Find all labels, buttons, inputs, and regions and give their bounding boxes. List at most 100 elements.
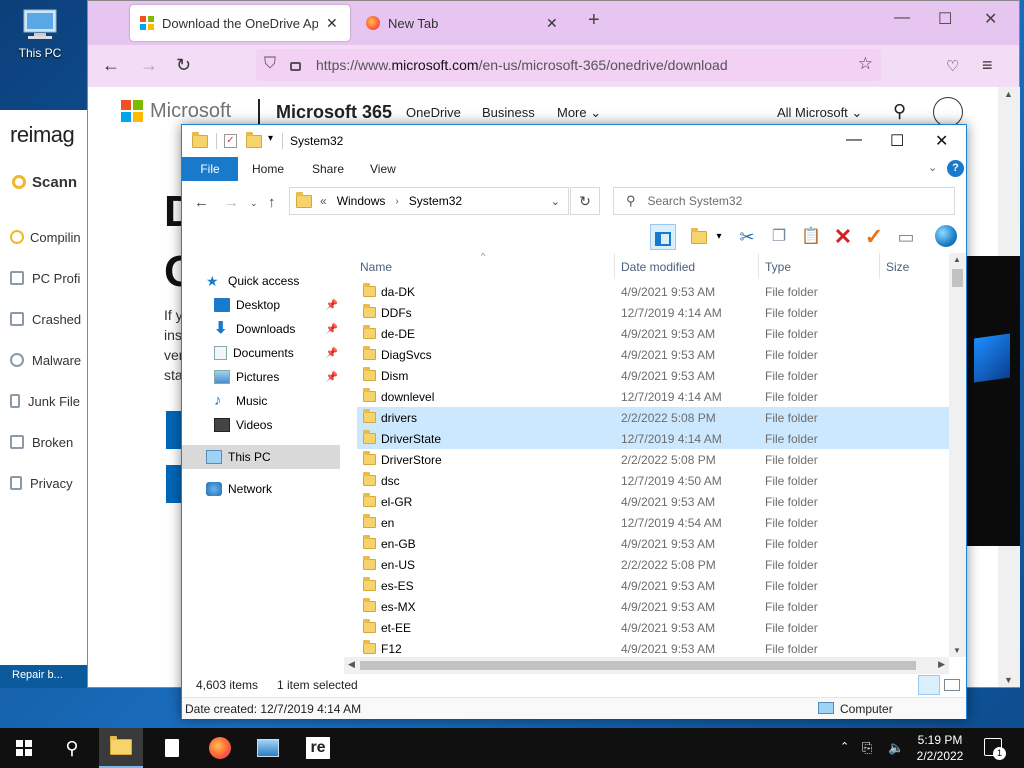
control-panel-icon[interactable] [246, 728, 290, 768]
maximize-icon[interactable]: ☐ [938, 9, 952, 29]
table-row[interactable]: es-ES 4/9/2021 9:53 AM File folder [357, 575, 949, 596]
reload-icon[interactable]: ↻ [176, 55, 191, 76]
nav-desktop[interactable]: Desktop 📌 [182, 293, 340, 317]
maximize-icon[interactable]: ☐ [890, 131, 904, 151]
nav-videos[interactable]: Videos [182, 413, 340, 437]
clock[interactable]: 5:19 PM 2/2/2022 [908, 732, 972, 764]
address-bar[interactable]: « Windows › System32 ⌄ [289, 187, 569, 215]
forward-arrow-icon[interactable]: → [140, 55, 158, 76]
scroll-up-icon[interactable]: ▲ [1004, 89, 1013, 99]
new-tab-plus-icon[interactable]: + [588, 9, 600, 32]
table-row[interactable]: DriverState 12/7/2019 4:14 AM File folder [357, 428, 949, 449]
bookmark-star-icon[interactable]: ☆ [858, 54, 873, 74]
close-tab-icon[interactable]: ✕ [546, 15, 558, 32]
nav-all-microsoft[interactable]: All Microsoft ⌄ [777, 105, 862, 121]
table-row[interactable]: dsc 12/7/2019 4:50 AM File folder [357, 470, 949, 491]
table-row[interactable]: Dism 4/9/2021 9:53 AM File folder [357, 365, 949, 386]
close-tab-icon[interactable]: ✕ [326, 15, 338, 32]
volume-tray-icon[interactable]: 🔈 [888, 740, 904, 756]
reimage-item[interactable]: PC Profi [10, 271, 80, 286]
nav-onedrive[interactable]: OneDrive [406, 105, 461, 120]
scroll-down-icon[interactable]: ▼ [1004, 675, 1013, 685]
tab-file[interactable]: File [182, 157, 238, 181]
reimage-item[interactable]: Junk File [10, 394, 80, 409]
table-row[interactable]: en 12/7/2019 4:54 AM File folder [357, 512, 949, 533]
menu-icon[interactable]: ≡ [982, 55, 993, 76]
notification-icon[interactable]: 1 [984, 738, 1006, 760]
table-row[interactable]: F12 4/9/2021 9:53 AM File folder [357, 638, 949, 657]
pin-icon[interactable]: 📌 [326, 324, 338, 335]
table-row[interactable]: en-US 2/2/2022 5:08 PM File folder [357, 554, 949, 575]
close-window-icon[interactable]: ✕ [984, 9, 997, 29]
search-icon[interactable]: ⚲ [50, 728, 94, 768]
paste-icon[interactable]: 📋 [798, 224, 824, 250]
column-separator[interactable] [879, 253, 880, 279]
table-row[interactable]: downlevel 12/7/2019 4:14 AM File folder [357, 386, 949, 407]
pin-icon[interactable]: 📌 [326, 300, 338, 311]
dropdown-icon[interactable]: ▾ [712, 224, 726, 250]
forward-arrow-icon[interactable]: → [224, 194, 239, 211]
horizontal-scrollbar[interactable]: ◀ ▶ [344, 657, 949, 674]
file-explorer-icon[interactable] [99, 728, 143, 768]
table-row[interactable]: DDFs 12/7/2019 4:14 AM File folder [357, 302, 949, 323]
globe-icon[interactable] [932, 224, 960, 250]
tab-home[interactable]: Home [238, 157, 298, 181]
nav-network[interactable]: Network [182, 477, 340, 501]
rename-icon[interactable]: ▭ [893, 224, 919, 250]
table-row[interactable]: et-EE 4/9/2021 9:53 AM File folder [357, 617, 949, 638]
cut-icon[interactable]: ✂ [734, 224, 760, 250]
reimage-icon[interactable]: re [296, 728, 340, 768]
scroll-left-icon[interactable]: ◀ [348, 659, 355, 670]
table-row[interactable]: drivers 2/2/2022 5:08 PM File folder [357, 407, 949, 428]
tab-share[interactable]: Share [298, 157, 358, 181]
breadcrumb-overflow[interactable]: « [320, 194, 327, 208]
column-header-date[interactable]: Date modified [621, 260, 695, 274]
breadcrumb-windows[interactable]: Windows [337, 194, 386, 208]
search-input[interactable]: ⚲ Search System32 [613, 187, 955, 215]
firefox-icon[interactable] [198, 728, 242, 768]
large-icons-view-icon[interactable] [944, 679, 960, 691]
reimage-item[interactable]: Malware [10, 353, 81, 368]
recent-locations-icon[interactable]: ⌄ [250, 198, 258, 209]
reimage-item[interactable]: Crashed [10, 312, 81, 327]
column-separator[interactable] [758, 253, 759, 279]
url-bar[interactable]: ⛉ https://www.microsoft.com/en-us/micros… [256, 49, 881, 81]
pocket-icon[interactable]: ♡ [946, 57, 959, 75]
lock-icon[interactable] [290, 62, 301, 71]
scroll-down-icon[interactable]: ▼ [953, 646, 961, 655]
table-row[interactable]: el-GR 4/9/2021 9:53 AM File folder [357, 491, 949, 512]
scroll-up-icon[interactable]: ▲ [953, 255, 961, 264]
nav-quick-access[interactable]: ★ Quick access [182, 269, 340, 293]
vertical-scrollbar[interactable]: ▲ ▼ [949, 253, 966, 657]
refresh-icon[interactable]: ↻ [570, 187, 600, 215]
minimize-icon[interactable]: — [894, 9, 910, 27]
back-arrow-icon[interactable]: ← [194, 194, 209, 211]
desktop-icon-this-pc[interactable]: This PC [8, 8, 72, 60]
nav-music[interactable]: ♪ Music [182, 389, 340, 413]
start-icon[interactable] [2, 728, 46, 768]
notepad-icon[interactable] [150, 728, 194, 768]
properties-icon[interactable]: ✓ [224, 134, 237, 148]
shield-icon[interactable]: ⛉ [264, 55, 276, 73]
new-folder-icon[interactable] [246, 132, 262, 148]
tab-new-tab[interactable]: New Tab ✕ [356, 5, 568, 41]
pin-icon[interactable]: 📌 [326, 372, 338, 383]
delete-icon[interactable]: ✕ [830, 224, 856, 250]
reimage-item[interactable]: Compilin [10, 230, 81, 245]
checkmark-icon[interactable]: ✓ [861, 224, 887, 250]
tray-chevron-icon[interactable]: ⌃ [840, 740, 849, 753]
column-header-type[interactable]: Type [765, 260, 791, 274]
address-dropdown-icon[interactable]: ⌄ [551, 195, 560, 208]
reimage-item[interactable]: Broken [10, 435, 73, 450]
nav-downloads[interactable]: ⬇ Downloads 📌 [182, 317, 340, 341]
preview-pane-icon[interactable] [650, 224, 676, 250]
minimize-icon[interactable]: — [846, 131, 862, 149]
scroll-thumb[interactable] [360, 661, 916, 670]
table-row[interactable]: DriverStore 2/2/2022 5:08 PM File folder [357, 449, 949, 470]
table-row[interactable]: DiagSvcs 4/9/2021 9:53 AM File folder [357, 344, 949, 365]
new-folder-toolbar-icon[interactable] [686, 224, 712, 250]
quick-access-dropdown-icon[interactable]: ▾ [268, 133, 273, 144]
reimage-item[interactable]: Privacy [10, 476, 73, 491]
column-separator[interactable] [614, 253, 615, 279]
details-view-icon[interactable] [918, 675, 940, 695]
